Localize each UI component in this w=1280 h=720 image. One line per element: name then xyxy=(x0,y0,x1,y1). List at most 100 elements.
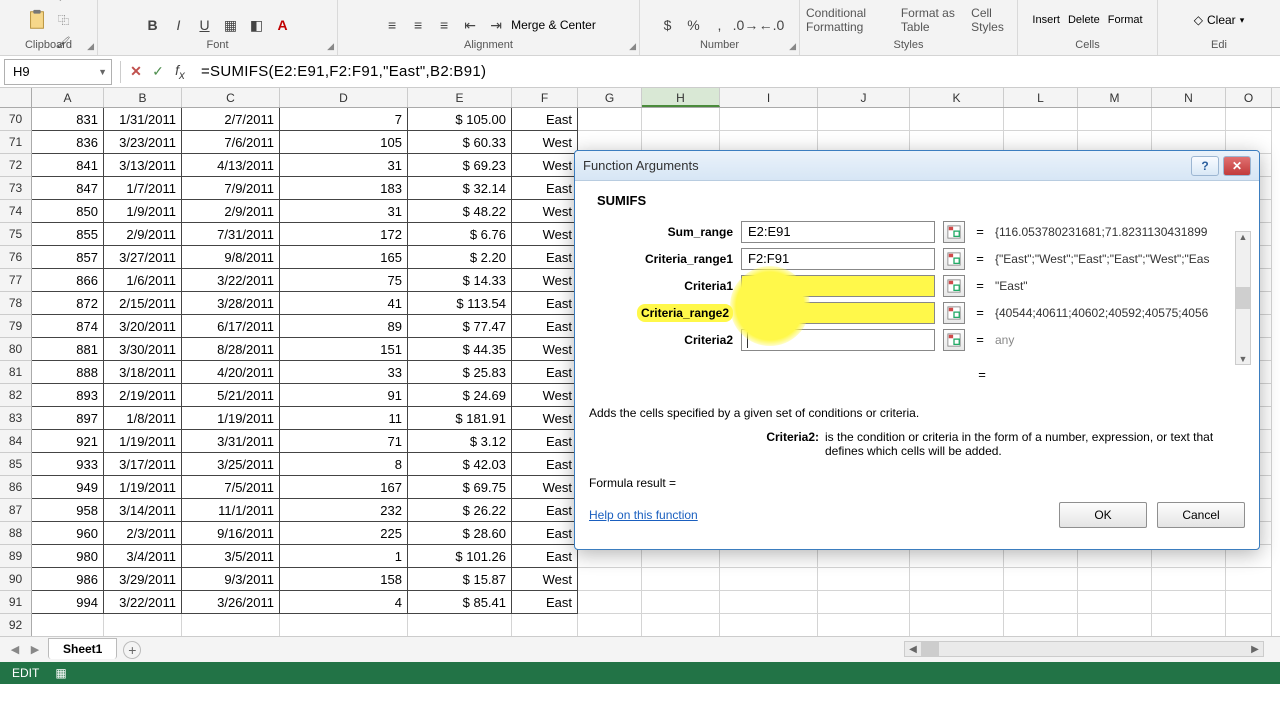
insert-function-button[interactable]: fx xyxy=(169,61,191,83)
currency-button[interactable]: $ xyxy=(657,15,679,35)
italic-button[interactable]: I xyxy=(168,15,190,35)
row-header[interactable]: 90 xyxy=(0,568,32,591)
col-header-D[interactable]: D xyxy=(280,88,408,107)
dialog-help-button[interactable]: ? xyxy=(1191,156,1219,176)
sheet-tab-bar: ◀ ▶ Sheet1 + ◀▶ xyxy=(0,636,1280,662)
clear-button[interactable]: Clear xyxy=(1207,13,1236,27)
col-header-G[interactable]: G xyxy=(578,88,642,107)
range-select-button[interactable] xyxy=(943,302,965,324)
bold-button[interactable]: B xyxy=(142,15,164,35)
col-header-K[interactable]: K xyxy=(910,88,1004,107)
row-header[interactable]: 85 xyxy=(0,453,32,476)
col-header-C[interactable]: C xyxy=(182,88,280,107)
help-link[interactable]: Help on this function xyxy=(589,508,698,522)
tab-nav-next[interactable]: ▶ xyxy=(28,643,42,656)
align-center-button[interactable]: ≡ xyxy=(407,15,429,35)
indent-dec-button[interactable]: ⇤ xyxy=(459,15,481,35)
arg-input-sum_range[interactable] xyxy=(741,221,935,243)
dialog-launcher-icon[interactable]: ◢ xyxy=(87,41,94,52)
row-header[interactable]: 86 xyxy=(0,476,32,499)
indent-inc-button[interactable]: ⇥ xyxy=(485,15,507,35)
enter-formula-button[interactable]: ✓ xyxy=(147,61,169,83)
args-scrollbar[interactable]: ▲▼ xyxy=(1235,231,1251,365)
cell-styles-button[interactable]: Cell Styles xyxy=(971,6,1011,34)
range-select-button[interactable] xyxy=(943,329,965,351)
font-color-button[interactable]: A xyxy=(272,15,294,35)
cancel-formula-button[interactable]: ✕ xyxy=(125,61,147,83)
row-header[interactable]: 83 xyxy=(0,407,32,430)
dec-decimal-button[interactable]: ←.0 xyxy=(761,15,783,35)
tab-nav-prev[interactable]: ◀ xyxy=(8,643,22,656)
col-header-H[interactable]: H xyxy=(642,88,720,107)
row-header[interactable]: 82 xyxy=(0,384,32,407)
row-header[interactable]: 71 xyxy=(0,131,32,154)
select-all-corner[interactable] xyxy=(0,88,32,107)
dialog-launcher-icon[interactable]: ◢ xyxy=(789,41,796,52)
format-as-table-button[interactable]: Format as Table xyxy=(901,6,961,34)
row-header[interactable]: 88 xyxy=(0,522,32,545)
macro-record-icon[interactable]: ▦ xyxy=(55,666,66,680)
name-box[interactable]: H9 ▼ xyxy=(4,59,112,85)
range-select-button[interactable] xyxy=(943,248,965,270)
row-header[interactable]: 79 xyxy=(0,315,32,338)
copy-icon[interactable]: ⿻ xyxy=(56,10,72,30)
dialog-launcher-icon[interactable]: ◢ xyxy=(327,41,334,52)
row-header[interactable]: 81 xyxy=(0,361,32,384)
conditional-formatting-button[interactable]: Conditional Formatting xyxy=(806,6,891,34)
arg-input-criteria_range1[interactable] xyxy=(741,248,935,270)
cancel-button[interactable]: Cancel xyxy=(1157,502,1245,528)
col-header-E[interactable]: E xyxy=(408,88,512,107)
fill-color-button[interactable]: ◧ xyxy=(246,15,268,35)
row-header[interactable]: 70 xyxy=(0,108,32,131)
row-header[interactable]: 76 xyxy=(0,246,32,269)
arg-input-criteria_range2[interactable] xyxy=(741,302,935,324)
add-sheet-button[interactable]: + xyxy=(123,641,141,659)
cut-icon[interactable]: ✂ xyxy=(56,0,72,8)
ok-button[interactable]: OK xyxy=(1059,502,1147,528)
row-header[interactable]: 78 xyxy=(0,292,32,315)
align-left-button[interactable]: ≡ xyxy=(381,15,403,35)
comma-button[interactable]: , xyxy=(709,15,731,35)
arg-input-criteria2[interactable] xyxy=(741,329,935,351)
delete-button[interactable]: Delete xyxy=(1068,14,1100,26)
arg-input-criteria1[interactable] xyxy=(741,275,935,297)
row-header[interactable]: 72 xyxy=(0,154,32,177)
row-header[interactable]: 80 xyxy=(0,338,32,361)
col-header-B[interactable]: B xyxy=(104,88,182,107)
row-header[interactable]: 91 xyxy=(0,591,32,614)
merge-center-button[interactable]: Merge & Center xyxy=(511,18,596,32)
row-header[interactable]: 84 xyxy=(0,430,32,453)
range-select-button[interactable] xyxy=(943,275,965,297)
percent-button[interactable]: % xyxy=(683,15,705,35)
row-header[interactable]: 89 xyxy=(0,545,32,568)
dialog-title-bar[interactable]: Function Arguments ? ✕ xyxy=(575,151,1259,181)
border-button[interactable]: ▦ xyxy=(220,15,242,35)
sheet-tab[interactable]: Sheet1 xyxy=(48,638,117,659)
col-header-M[interactable]: M xyxy=(1078,88,1152,107)
insert-button[interactable]: Insert xyxy=(1032,14,1060,26)
paste-button[interactable] xyxy=(26,10,48,30)
dialog-close-button[interactable]: ✕ xyxy=(1223,156,1251,176)
row-header[interactable]: 92 xyxy=(0,614,32,636)
col-header-N[interactable]: N xyxy=(1152,88,1226,107)
format-button[interactable]: Format xyxy=(1108,14,1143,26)
row-header[interactable]: 74 xyxy=(0,200,32,223)
underline-button[interactable]: U xyxy=(194,15,216,35)
range-select-button[interactable] xyxy=(943,221,965,243)
inc-decimal-button[interactable]: .0→ xyxy=(735,15,757,35)
row-header[interactable]: 73 xyxy=(0,177,32,200)
col-header-O[interactable]: O xyxy=(1226,88,1272,107)
formula-input[interactable]: =SUMIFS(E2:E91,F2:F91,"East",B2:B91) xyxy=(191,63,1280,80)
col-header-J[interactable]: J xyxy=(818,88,910,107)
row-header[interactable]: 75 xyxy=(0,223,32,246)
col-header-A[interactable]: A xyxy=(32,88,104,107)
horizontal-scrollbar[interactable]: ◀▶ xyxy=(904,641,1264,657)
col-header-F[interactable]: F xyxy=(512,88,578,107)
row-header[interactable]: 77 xyxy=(0,269,32,292)
col-header-I[interactable]: I xyxy=(720,88,818,107)
row-header[interactable]: 87 xyxy=(0,499,32,522)
dialog-launcher-icon[interactable]: ◢ xyxy=(629,41,636,52)
col-header-L[interactable]: L xyxy=(1004,88,1078,107)
chevron-down-icon[interactable]: ▼ xyxy=(98,67,107,77)
align-right-button[interactable]: ≡ xyxy=(433,15,455,35)
